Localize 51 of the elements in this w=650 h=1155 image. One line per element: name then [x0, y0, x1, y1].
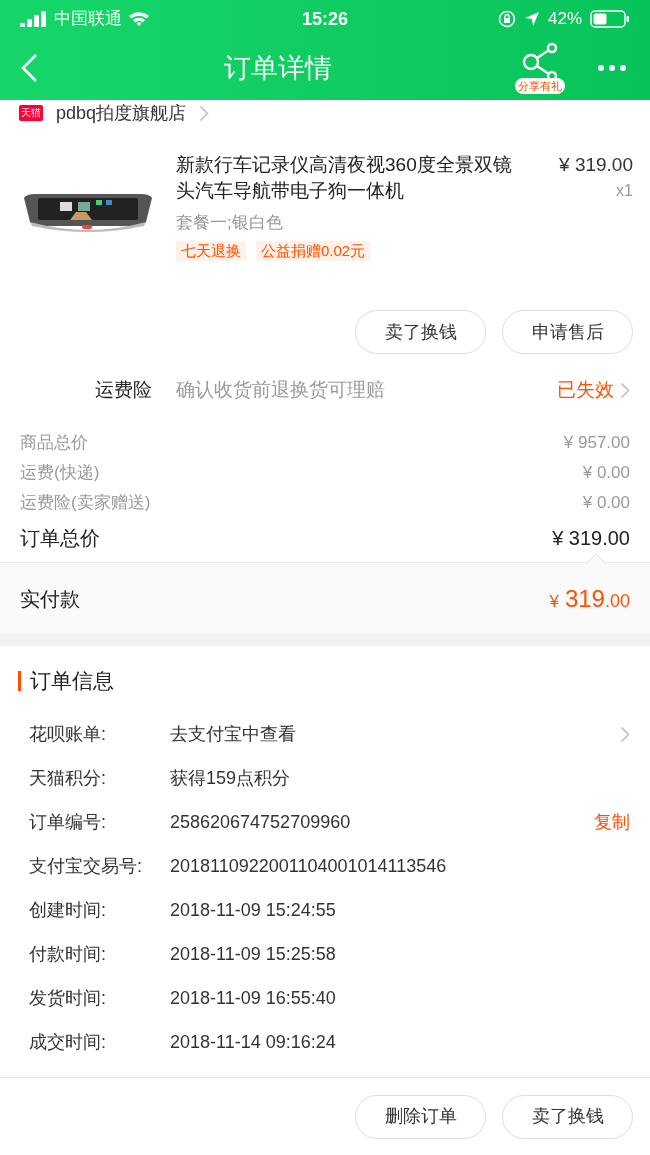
- summary-value: ¥ 0.00: [582, 462, 630, 485]
- battery-icon: [590, 10, 630, 28]
- share-badge: 分享有礼: [515, 78, 565, 94]
- wifi-icon: [128, 11, 150, 27]
- summary-value: ¥ 957.00: [563, 432, 630, 455]
- rotation-lock-icon: [498, 10, 516, 28]
- insurance-label: 运费险: [95, 377, 153, 402]
- product-quantity: x1: [616, 181, 633, 201]
- info-label: 付款时间:: [29, 942, 107, 966]
- info-value: 2018-11-14 09:16:24: [170, 1030, 337, 1054]
- clock-time: 15:26: [302, 7, 349, 31]
- info-label: 订单编号:: [29, 810, 107, 834]
- info-label: 支付宝交易号:: [29, 854, 143, 878]
- section-title: 订单信息: [30, 668, 114, 695]
- total-value: ¥ 319.00: [552, 526, 630, 551]
- signal-icon: [20, 11, 48, 27]
- store-badge: 天猫: [19, 105, 43, 121]
- store-name[interactable]: pdbq拍度旗舰店: [56, 99, 187, 127]
- summary-label: 商品总价: [20, 432, 88, 455]
- info-value: 获得159点积分: [170, 766, 292, 790]
- product-variant: 套餐一;银白色: [176, 212, 284, 234]
- info-value: 去支付宝中查看: [170, 722, 297, 746]
- summary-value: ¥ 0.00: [582, 492, 630, 515]
- info-value: 2018110922001104001014113546: [170, 854, 448, 878]
- summary-label: 运费(快递): [20, 462, 100, 485]
- total-label: 订单总价: [20, 526, 100, 551]
- product-title[interactable]: 新款行车记录仪高清夜视360度全景双镜头汽车导航带电子狗一体机: [176, 152, 518, 204]
- chevron-right-icon: [620, 725, 630, 743]
- insurance-description: 确认收货前退换货可理赔: [176, 377, 386, 402]
- service-tag: 七天退换: [176, 240, 246, 261]
- carrier-name: 中国联通: [54, 8, 122, 31]
- info-value: 2018-11-09 16:55:40: [170, 986, 337, 1010]
- summary-label: 运费险(卖家赠送): [20, 492, 151, 515]
- info-label: 花呗账单:: [29, 722, 107, 746]
- info-label: 成交时间:: [29, 1030, 107, 1054]
- info-label: 天猫积分:: [29, 766, 107, 790]
- battery-percent: 42%: [548, 8, 582, 31]
- location-icon: [524, 11, 540, 27]
- info-value: 2018-11-09 15:25:58: [170, 942, 337, 966]
- info-label: 创建时间:: [29, 898, 107, 922]
- back-icon: [20, 53, 38, 83]
- product-price: ¥ 319.00: [559, 153, 633, 177]
- info-value: 2018-11-09 15:24:55: [170, 898, 337, 922]
- page-title: 订单详情: [223, 51, 333, 85]
- chevron-right-icon: [199, 104, 210, 122]
- info-label: 发货时间:: [29, 986, 107, 1010]
- chevron-right-icon: [620, 381, 630, 399]
- info-value: 258620674752709960: [170, 810, 352, 834]
- paid-label: 实付款: [20, 586, 80, 612]
- paid-amount: ¥ 319.00: [549, 583, 630, 614]
- service-tag: 公益捐赠0.02元: [256, 240, 371, 261]
